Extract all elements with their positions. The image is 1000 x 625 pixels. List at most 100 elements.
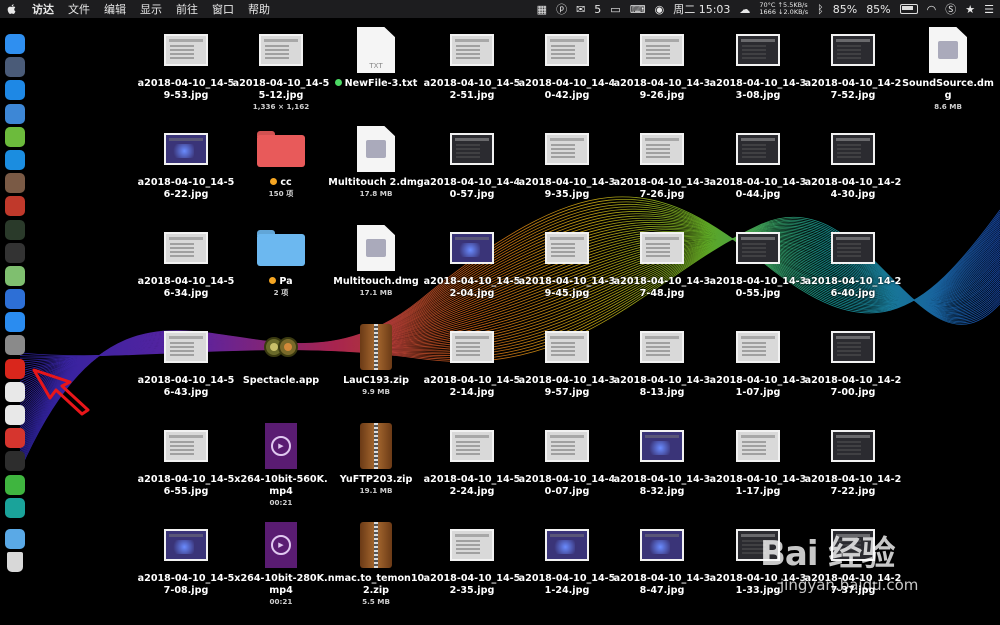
finder-icon[interactable] xyxy=(5,34,25,54)
desktop-file-item[interactable]: a2018-04-10_14-57-08.jpg xyxy=(138,517,234,613)
desktop-file-item[interactable]: a2018-04-10_14-37-26.jpg xyxy=(614,121,710,217)
desktop-file-item[interactable]: nmac.to_temon102.zip 5.5 MB xyxy=(328,517,424,613)
desktop-file-item[interactable]: a2018-04-10_14-27-52.jpg xyxy=(805,22,901,118)
netease-music-icon[interactable] xyxy=(5,358,25,379)
desktop-file-item[interactable]: a2018-04-10_14-31-07.jpg xyxy=(710,319,806,415)
menu-edit[interactable]: 编辑 xyxy=(104,1,126,17)
downloads-folder-icon[interactable] xyxy=(5,528,25,549)
system-stats[interactable]: 70°C ↑5.5KB/s 1666 ↓2.0KB/s xyxy=(759,2,808,16)
terminal-icon[interactable] xyxy=(5,242,25,263)
desktop-file-item[interactable]: a2018-04-10_14-24-30.jpg xyxy=(805,121,901,217)
android-icon[interactable] xyxy=(5,126,25,147)
yandex-icon[interactable] xyxy=(5,381,25,402)
trash-icon[interactable] xyxy=(7,552,23,573)
chrome-icon[interactable] xyxy=(5,405,25,425)
keyboard-icon[interactable]: ⌨ xyxy=(630,3,646,16)
desktop-file-item[interactable]: a2018-04-10_14-40-42.jpg xyxy=(519,22,615,118)
desktop-file-item[interactable]: a2018-04-10_14-37-48.jpg xyxy=(614,220,710,316)
desktop-file-item[interactable]: a2018-04-10_14-52-14.jpg xyxy=(424,319,520,415)
desktop-file-item[interactable]: a2018-04-10_14-31-33.jpg xyxy=(710,517,806,613)
desktop-file-item[interactable]: a2018-04-10_14-52-35.jpg xyxy=(424,517,520,613)
desktop-file-item[interactable]: a2018-04-10_14-52-24.jpg xyxy=(424,418,520,514)
desktop-file-item[interactable]: a2018-04-10_14-27-37.jpg xyxy=(805,517,901,613)
menu-help[interactable]: 帮助 xyxy=(248,1,270,17)
desktop-file-item[interactable]: a2018-04-10_14-38-13.jpg xyxy=(614,319,710,415)
clock[interactable]: 周二 15:03 xyxy=(673,1,730,17)
desktop-file-item[interactable]: Multitouch.dmg 17.1 MB xyxy=(328,220,424,316)
app-store-icon[interactable] xyxy=(5,312,25,333)
desktop-file-item[interactable]: a2018-04-10_14-52-04.jpg xyxy=(424,220,520,316)
preview-icon[interactable] xyxy=(5,103,25,124)
desktop-file-item[interactable]: a2018-04-10_14-33-08.jpg xyxy=(710,22,806,118)
wechat-status-icon[interactable]: ✉ xyxy=(576,3,585,16)
file-name-label: SoundSource.dmg xyxy=(899,78,997,102)
desktop-file-item[interactable]: a2018-04-10_14-31-17.jpg xyxy=(710,418,806,514)
vivaldi-icon[interactable] xyxy=(5,428,25,449)
desktop-file-item[interactable]: a2018-04-10_14-56-43.jpg xyxy=(138,319,234,415)
desktop-file-item[interactable]: a2018-04-10_14-27-00.jpg xyxy=(805,319,901,415)
desktop-file-item[interactable]: YuFTP203.zip 19.1 MB xyxy=(328,418,424,514)
desktop-file-item[interactable]: a2018-04-10_14-51-24.jpg xyxy=(519,517,615,613)
desktop-file-item[interactable]: Pa 2 项 xyxy=(233,220,329,316)
star-icon[interactable]: ★ xyxy=(965,3,975,16)
desktop-file-item[interactable]: a2018-04-10_14-38-32.jpg xyxy=(614,418,710,514)
battery-percent-1[interactable]: 85% xyxy=(833,3,857,16)
image-thumbnail-icon xyxy=(831,232,875,264)
s-app-icon[interactable]: Ⓢ xyxy=(945,1,956,17)
menu-go[interactable]: 前往 xyxy=(176,1,198,17)
desktop-file-item[interactable]: a2018-04-10_14-39-26.jpg xyxy=(614,22,710,118)
iterm-icon[interactable] xyxy=(5,451,25,472)
desktop-file-item[interactable]: Multitouch 2.dmg 17.8 MB xyxy=(328,121,424,217)
desktop-file-item[interactable]: a2018-04-10_14-56-22.jpg xyxy=(138,121,234,217)
teamviewer-icon[interactable] xyxy=(5,149,25,170)
battery-icon[interactable] xyxy=(899,4,918,14)
audio-app-icon[interactable] xyxy=(5,196,25,217)
desktop-file-item[interactable]: a2018-04-10_14-56-55.jpg xyxy=(138,418,234,514)
desktop-file-item[interactable]: TXT NewFile-3.txt xyxy=(328,22,424,118)
maps-icon[interactable] xyxy=(5,265,25,286)
sync-app-icon[interactable] xyxy=(5,497,25,518)
menu-view[interactable]: 显示 xyxy=(140,1,162,17)
menu-window[interactable]: 窗口 xyxy=(212,1,234,17)
desktop-file-item[interactable]: a2018-04-10_14-30-55.jpg xyxy=(710,220,806,316)
menu-file[interactable]: 文件 xyxy=(68,1,90,17)
display-icon[interactable]: ▭ xyxy=(610,3,620,16)
activity-monitor-icon[interactable] xyxy=(5,219,25,240)
desktop-file-item[interactable]: LauC193.zip 9.9 MB xyxy=(328,319,424,415)
desktop-file-item[interactable]: ▶ x264-10bit-560K.mp4 00:21 xyxy=(233,418,329,514)
desktop-file-item[interactable]: ▶ x264-10bit-280K.mp4 00:21 xyxy=(233,517,329,613)
siri-icon[interactable] xyxy=(5,289,25,310)
file-icon-area xyxy=(233,121,329,177)
desktop-file-item[interactable]: a2018-04-10_14-52-51.jpg xyxy=(424,22,520,118)
pin-status-icon[interactable]: ⓟ xyxy=(556,1,567,17)
bluetooth-icon[interactable]: ᛒ xyxy=(817,3,824,16)
desktop-file-item[interactable]: a2018-04-10_14-40-07.jpg xyxy=(519,418,615,514)
desktop-file-item[interactable]: a2018-04-10_14-30-44.jpg xyxy=(710,121,806,217)
desktop-file-item[interactable]: a2018-04-10_14-38-47.jpg xyxy=(614,517,710,613)
wifi-icon[interactable]: ◠ xyxy=(927,3,937,16)
desktop-file-item[interactable]: a2018-04-10_14-39-45.jpg xyxy=(519,220,615,316)
gear-app-icon[interactable] xyxy=(5,173,25,194)
cloud-icon[interactable]: ☁ xyxy=(739,3,750,16)
desktop-file-item[interactable]: a2018-04-10_14-55-12.jpg 1,336 × 1,162 xyxy=(233,22,329,118)
desktop-file-item[interactable]: a2018-04-10_14-59-53.jpg xyxy=(138,22,234,118)
desktop-file-item[interactable]: a2018-04-10_14-27-22.jpg xyxy=(805,418,901,514)
desktop-file-item[interactable]: cc 150 项 xyxy=(233,121,329,217)
menu-list-icon[interactable]: ☰ xyxy=(984,3,994,16)
desktop-file-item[interactable]: a2018-04-10_14-26-40.jpg xyxy=(805,220,901,316)
launchpad-icon[interactable] xyxy=(5,57,25,78)
apple-menu-icon[interactable] xyxy=(6,3,18,15)
desktop-file-item[interactable]: SoundSource.dmg 8.6 MB xyxy=(900,22,996,118)
menu-app-name[interactable]: 访达 xyxy=(32,1,54,17)
notification-icon[interactable]: ◉ xyxy=(655,3,665,16)
desktop-file-item[interactable]: a2018-04-10_14-40-57.jpg xyxy=(424,121,520,217)
system-preferences-icon[interactable] xyxy=(5,335,25,356)
desktop-file-item[interactable]: Spectacle.app xyxy=(233,319,329,415)
safari-icon[interactable] xyxy=(5,80,25,101)
desktop-file-item[interactable]: a2018-04-10_14-39-35.jpg xyxy=(519,121,615,217)
wechat-icon[interactable] xyxy=(5,474,25,495)
desktop-file-item[interactable]: a2018-04-10_14-39-57.jpg xyxy=(519,319,615,415)
battery-percent-2[interactable]: 85% xyxy=(866,3,890,16)
desktop-file-item[interactable]: a2018-04-10_14-56-34.jpg xyxy=(138,220,234,316)
grid-status-icon[interactable]: ▦ xyxy=(537,3,547,16)
